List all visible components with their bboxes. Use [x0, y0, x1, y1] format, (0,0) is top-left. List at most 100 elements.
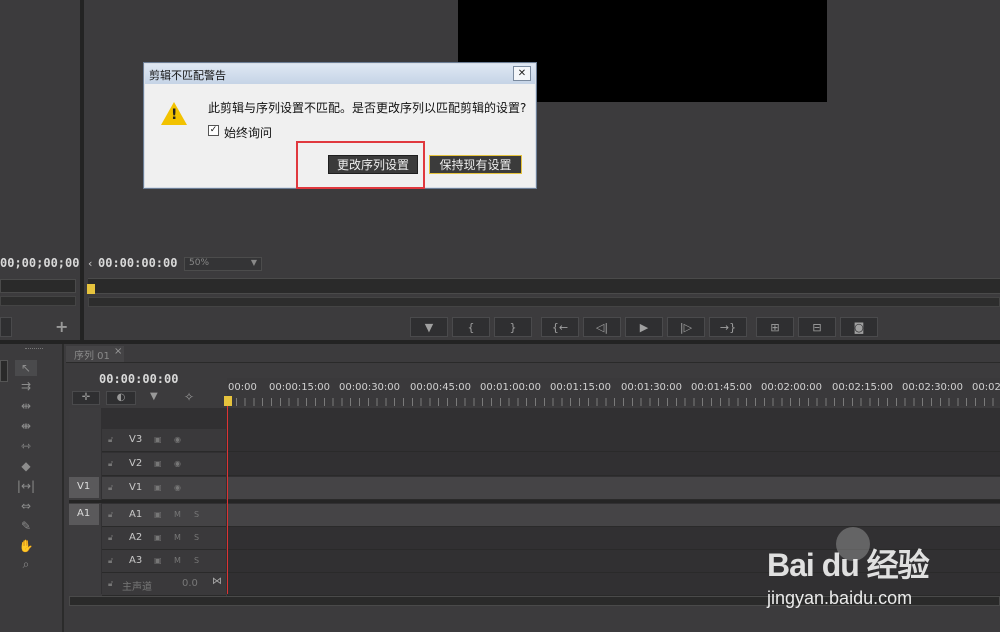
- go-to-in-icon[interactable]: {←: [541, 317, 579, 337]
- ruler-label: 00:01:30:00: [621, 382, 683, 393]
- add-marker-icon[interactable]: ▼: [150, 391, 164, 405]
- eye-icon[interactable]: ◉: [174, 483, 181, 492]
- speaker-icon[interactable]: ▣: [154, 556, 162, 565]
- lock-icon[interactable]: 🔓︎: [108, 459, 113, 469]
- mute-button[interactable]: M: [174, 533, 181, 542]
- timeline-tab-label: 序列 01: [74, 351, 110, 362]
- export-frame-icon[interactable]: ◙: [840, 317, 878, 337]
- timeline-tab[interactable]: 序列 01 ×: [66, 346, 124, 362]
- lock-icon[interactable]: 🔓︎: [108, 533, 113, 543]
- mark-in-icon[interactable]: {: [452, 317, 490, 337]
- step-back-icon[interactable]: ◁|: [583, 317, 621, 337]
- close-icon: ✕: [517, 68, 527, 79]
- hand-tool-icon[interactable]: ✋: [15, 538, 37, 554]
- ruler-label: 00:00:30:00: [339, 382, 401, 393]
- bowtie-icon[interactable]: ⋈: [212, 576, 222, 587]
- lock-icon[interactable]: 🔓︎: [108, 579, 113, 589]
- lock-icon[interactable]: 🔓︎: [108, 556, 113, 566]
- mute-button[interactable]: M: [174, 556, 181, 565]
- source-zoom-bar[interactable]: [0, 296, 76, 306]
- track-select-tool-icon[interactable]: ⇉: [15, 378, 37, 394]
- timeline-timecode[interactable]: 00:00:00:00: [99, 372, 178, 386]
- film-icon[interactable]: ▣: [154, 435, 162, 444]
- paw-icon: [836, 527, 870, 561]
- program-playhead-icon[interactable]: [87, 284, 95, 294]
- lock-icon[interactable]: 🔓︎: [108, 510, 113, 520]
- source-scrub-bar[interactable]: [0, 279, 76, 293]
- dialog-titlebar: 剪辑不匹配警告 ✕: [145, 64, 535, 84]
- lift-icon[interactable]: ⊞: [756, 317, 794, 337]
- program-zoom-bar[interactable]: [88, 297, 1000, 307]
- track-label: V1: [129, 482, 143, 493]
- speaker-icon[interactable]: ▣: [154, 533, 162, 542]
- lock-icon[interactable]: 🔓︎: [108, 483, 113, 493]
- source-patch-v1[interactable]: V1: [69, 477, 99, 498]
- dialog-close-button[interactable]: ✕: [513, 66, 531, 81]
- play-icon[interactable]: ▶: [625, 317, 663, 337]
- mark-out-icon[interactable]: }: [494, 317, 532, 337]
- solo-button[interactable]: S: [194, 556, 199, 565]
- track-header-a2[interactable]: 🔓︎ A2 ▣ M S: [102, 527, 226, 550]
- lock-icon[interactable]: 🔓︎: [108, 435, 113, 445]
- always-ask-label[interactable]: 始终询问: [224, 124, 272, 141]
- track-header-v2[interactable]: 🔓︎ V2 ▣ ◉: [102, 453, 226, 476]
- mark-in-glyph: {: [467, 320, 475, 334]
- film-icon[interactable]: ▣: [154, 459, 162, 468]
- rolling-edit-tool-icon[interactable]: ⇼: [15, 418, 37, 434]
- extract-icon[interactable]: ⊟: [798, 317, 836, 337]
- keep-existing-settings-button[interactable]: 保持现有设置: [429, 155, 522, 174]
- close-icon[interactable]: ×: [114, 346, 122, 357]
- ruler-label: 00:01:00:00: [480, 382, 542, 393]
- always-ask-checkbox[interactable]: ✓: [208, 125, 219, 136]
- marker-icon[interactable]: ▼: [410, 317, 448, 337]
- linked-selection-icon[interactable]: ◐: [106, 391, 136, 405]
- slip-tool-icon[interactable]: |↔|: [15, 478, 37, 494]
- ruler-label: 00:01:15:00: [550, 382, 612, 393]
- track-v1[interactable]: [227, 477, 1000, 500]
- track-header-master[interactable]: 🔓︎ 主声道 0.0 ⋈: [102, 573, 226, 596]
- dialog-title: 剪辑不匹配警告: [149, 69, 226, 82]
- master-label: 主声道: [122, 582, 152, 593]
- ruler-label: 00:00:15:00: [269, 382, 331, 393]
- tools-panel-edge: [0, 360, 8, 382]
- track-a1[interactable]: [227, 504, 1000, 527]
- extract-glyph: ⊟: [812, 320, 822, 334]
- ripple-edit-tool-icon[interactable]: ⇹: [15, 398, 37, 414]
- track-header-v1[interactable]: 🔓︎ V1 ▣ ◉: [102, 477, 226, 500]
- program-scrub-bar[interactable]: [88, 278, 1000, 294]
- track-v2[interactable]: [227, 453, 1000, 476]
- track-v3[interactable]: [227, 429, 1000, 452]
- mute-button[interactable]: M: [174, 510, 181, 519]
- slide-tool-icon[interactable]: ⇔: [15, 498, 37, 514]
- track-header-v3[interactable]: 🔓︎ V3 ▣ ◉: [102, 429, 226, 452]
- wrench-icon[interactable]: ✧: [184, 390, 198, 404]
- zoom-select[interactable]: 50% ▼: [184, 257, 262, 271]
- solo-button[interactable]: S: [194, 510, 199, 519]
- ruler-label: 00:02:00:00: [761, 382, 823, 393]
- razor-tool-icon[interactable]: ◆: [15, 458, 37, 474]
- speaker-icon[interactable]: ▣: [154, 510, 162, 519]
- film-icon[interactable]: ▣: [154, 483, 162, 492]
- track-header-a1[interactable]: 🔓︎ A1 ▣ M S: [102, 504, 226, 527]
- track-header-a3[interactable]: 🔓︎ A3 ▣ M S: [102, 550, 226, 573]
- eye-icon[interactable]: ◉: [174, 435, 181, 444]
- source-button-stub[interactable]: [0, 317, 12, 337]
- av-separator: [69, 500, 1000, 503]
- timeline-playhead-icon[interactable]: [224, 396, 232, 406]
- master-volume[interactable]: 0.0: [182, 578, 198, 589]
- program-timecode[interactable]: 00:00:00:00: [98, 256, 177, 270]
- snap-icon[interactable]: ✛: [72, 391, 100, 405]
- solo-button[interactable]: S: [194, 533, 199, 542]
- go-to-out-icon[interactable]: →}: [709, 317, 747, 337]
- step-forward-icon[interactable]: |▷: [667, 317, 705, 337]
- export-frame-glyph: ◙: [853, 320, 865, 334]
- add-button-icon[interactable]: +: [55, 317, 68, 336]
- warning-glyph: !: [171, 107, 178, 123]
- zoom-tool-icon[interactable]: ⌕: [15, 556, 37, 572]
- rate-stretch-tool-icon[interactable]: ⇿: [15, 438, 37, 454]
- source-patch-a1[interactable]: A1: [69, 504, 99, 525]
- eye-icon[interactable]: ◉: [174, 459, 181, 468]
- selection-tool-icon[interactable]: ↖: [15, 360, 37, 376]
- pen-tool-icon[interactable]: ✎: [15, 518, 37, 534]
- source-timecode[interactable]: 00;00;00;00: [0, 256, 79, 270]
